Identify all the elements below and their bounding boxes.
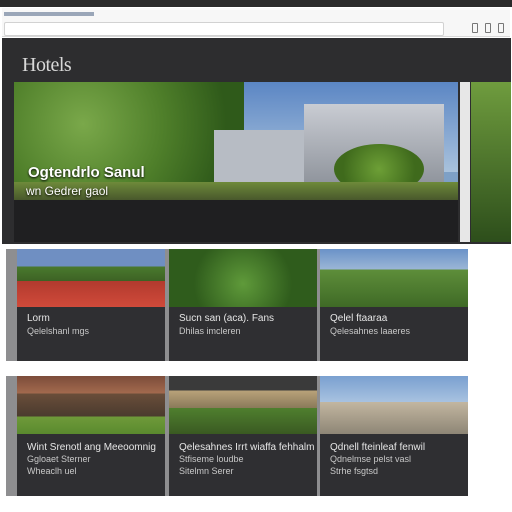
featured-card[interactable]: Lorm Qelelshanl mgs [17, 249, 165, 361]
bookmark-icon[interactable] [472, 23, 478, 33]
featured-card[interactable]: Sucn san (aca). Fans Dhilas imcleren [169, 249, 317, 361]
hero-building-annex [214, 130, 314, 182]
browser-toolbar [2, 8, 510, 37]
featured-row: Lorm Qelelshanl mgs Sucn san (aca). Fans… [6, 249, 468, 361]
card-image [320, 249, 468, 307]
gallery-card[interactable]: Qelesahnes Irrt wiaffa fehhalm Stfiseme … [169, 376, 317, 496]
hero-divider [460, 82, 470, 242]
menu-icon[interactable] [498, 23, 504, 33]
card-caption-secondary: Sitelmn Serer [179, 466, 234, 476]
hero-banner[interactable]: Ogtendrlo Sanul wn Gedrer gaol [14, 82, 458, 242]
card-caption-secondary: Wheaclh uel [27, 466, 77, 476]
card-image [17, 376, 165, 434]
hero-next-slide[interactable] [471, 82, 511, 242]
card-title: Lorm [27, 313, 50, 324]
card-caption: Stfiseme loudbe [179, 454, 244, 464]
toolbar-icons [472, 23, 504, 33]
gallery-card[interactable]: Qdnell fteinleaf fenwil Qdnelmse pelst v… [320, 376, 468, 496]
card-caption: Qdnelmse pelst vasl [330, 454, 412, 464]
hero-caption-bar [14, 200, 458, 242]
hero-title: Ogtendrlo Sanul [28, 164, 145, 181]
browser-tab[interactable] [4, 12, 94, 16]
card-caption: Qelesahnes laaeres [330, 326, 411, 336]
site-logo[interactable]: Hotels [22, 54, 72, 77]
card-title: Qdnell fteinleaf fenwil [330, 442, 426, 453]
featured-card[interactable]: Qelel ftaaraa Qelesahnes laaeres [320, 249, 468, 361]
share-icon[interactable] [485, 23, 491, 33]
gallery-row: Wint Srenotl ang Meeoomnig Ggloaet Stern… [6, 376, 468, 496]
card-image [17, 249, 165, 307]
card-title: Wint Srenotl ang Meeoomnig [27, 442, 156, 453]
card-title: Sucn san (aca). Fans [179, 313, 275, 324]
card-title: Qelel ftaaraa [330, 313, 388, 324]
gallery-card[interactable]: Wint Srenotl ang Meeoomnig Ggloaet Stern… [17, 376, 165, 496]
card-caption: Qelelshanl mgs [27, 326, 90, 336]
card-image [320, 376, 468, 434]
card-image [169, 376, 317, 434]
address-bar[interactable] [4, 22, 444, 36]
hero-subtitle: wn Gedrer gaol [26, 184, 109, 198]
card-caption-secondary: Strhe fsgtsd [330, 466, 379, 476]
card-image [169, 249, 317, 307]
window-titlebar [0, 0, 512, 7]
card-caption: Dhilas imcleren [179, 326, 241, 336]
card-caption: Ggloaet Sterner [27, 454, 91, 464]
card-title: Qelesahnes Irrt wiaffa fehhalm [179, 442, 315, 453]
